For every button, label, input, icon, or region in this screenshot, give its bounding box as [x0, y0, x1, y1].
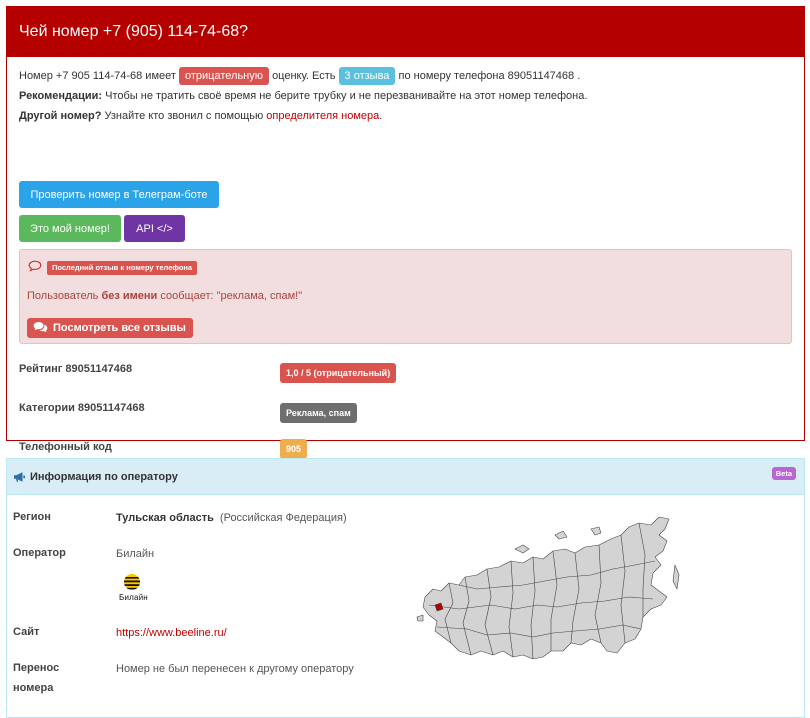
last-review-badge: Последний отзыв к номеру телефона: [47, 261, 198, 275]
recommendation-label: Рекомендации:: [19, 90, 103, 102]
other-number-end: .: [379, 110, 383, 122]
russia-map: [415, 505, 695, 668]
recommendation-text: Чтобы не тратить своё время не берите тр…: [105, 90, 588, 102]
beeline-logo: Билайн: [119, 573, 167, 605]
number-info-panel: Чей номер +7 (905) 114-74-68? Номер +7 9…: [6, 6, 805, 459]
last-review-message: Пользователь без имени сообщает: "реклам…: [27, 290, 302, 302]
rating-badge: отрицательную: [179, 67, 269, 85]
all-reviews-label: Посмотреть все отзывы: [53, 322, 186, 334]
recommendation-line: Рекомендации: Чтобы не тратить своё врем…: [19, 89, 587, 103]
telegram-check-button[interactable]: Проверить номер в Телеграм-боте: [19, 181, 219, 208]
review-user-prefix: Пользователь: [27, 290, 99, 302]
reviews-count-badge[interactable]: 3 отзыва: [338, 67, 396, 85]
rating-value-badge: 1,0 / 5 (отрицательный): [280, 363, 397, 383]
other-number-line: Другой номер? Узнайте кто звонил с помощ…: [19, 109, 382, 123]
review-text: сообщает: "реклама, спам!": [160, 290, 303, 302]
operator-panel-heading: Информация по оператору Beta: [7, 459, 804, 495]
caller-id-link[interactable]: определителя номера: [266, 110, 379, 122]
summary-prefix: Номер +7 905 114-74-68 имеет: [19, 70, 176, 82]
review-user-name: без имени: [101, 290, 158, 302]
summary-middle: оценку. Есть: [272, 70, 336, 82]
other-number-text: Узнайте кто звонил с помощью: [104, 110, 264, 122]
categories-label: Категории 89051147468: [19, 402, 145, 414]
other-number-label: Другой номер?: [19, 110, 102, 122]
last-review-alert: Последний отзыв к номеру телефона Пользо…: [19, 249, 792, 344]
region-value: Тульская область (Российская Федерация): [116, 512, 347, 524]
operator-value: Билайн: [116, 548, 155, 560]
rating-label: Рейтинг 89051147468: [19, 363, 133, 375]
page-title: Чей номер +7 (905) 114-74-68?: [7, 7, 804, 57]
categories-value-badge: Реклама, спам: [280, 403, 357, 423]
transfer-label-1: Перенос: [13, 662, 60, 674]
comments-icon: [33, 321, 48, 336]
summary-suffix: по номеру телефона 89051147468 .: [398, 70, 581, 82]
operator-label: Оператор: [13, 547, 66, 559]
transfer-label-2: номера: [13, 682, 54, 694]
region-name: Тульская область: [116, 512, 214, 524]
phone-code-label: Телефонный код: [19, 441, 112, 453]
operator-panel-title: Информация по оператору: [30, 471, 178, 483]
my-number-button[interactable]: Это мой номер!: [19, 215, 121, 242]
region-label: Регион: [13, 511, 51, 523]
beta-badge: Beta: [771, 467, 796, 480]
comment-icon: [28, 260, 42, 275]
operator-site-link[interactable]: https://www.beeline.ru/: [116, 627, 227, 639]
site-label: Сайт: [13, 626, 40, 638]
all-reviews-button[interactable]: Посмотреть все отзывы: [27, 318, 193, 338]
beeline-logo-text: Билайн: [119, 593, 148, 602]
api-button[interactable]: API </>: [124, 215, 185, 242]
operator-info-panel: Информация по оператору Beta Регион Туль…: [6, 458, 805, 718]
summary-line: Номер +7 905 114-74-68 имеет отрицательн…: [19, 67, 580, 85]
transfer-value: Номер не был перенесен к другому операто…: [116, 663, 354, 675]
phone-code-badge: 905: [280, 439, 308, 459]
region-country: (Российская Федерация): [219, 512, 347, 524]
megaphone-icon: [13, 471, 26, 486]
